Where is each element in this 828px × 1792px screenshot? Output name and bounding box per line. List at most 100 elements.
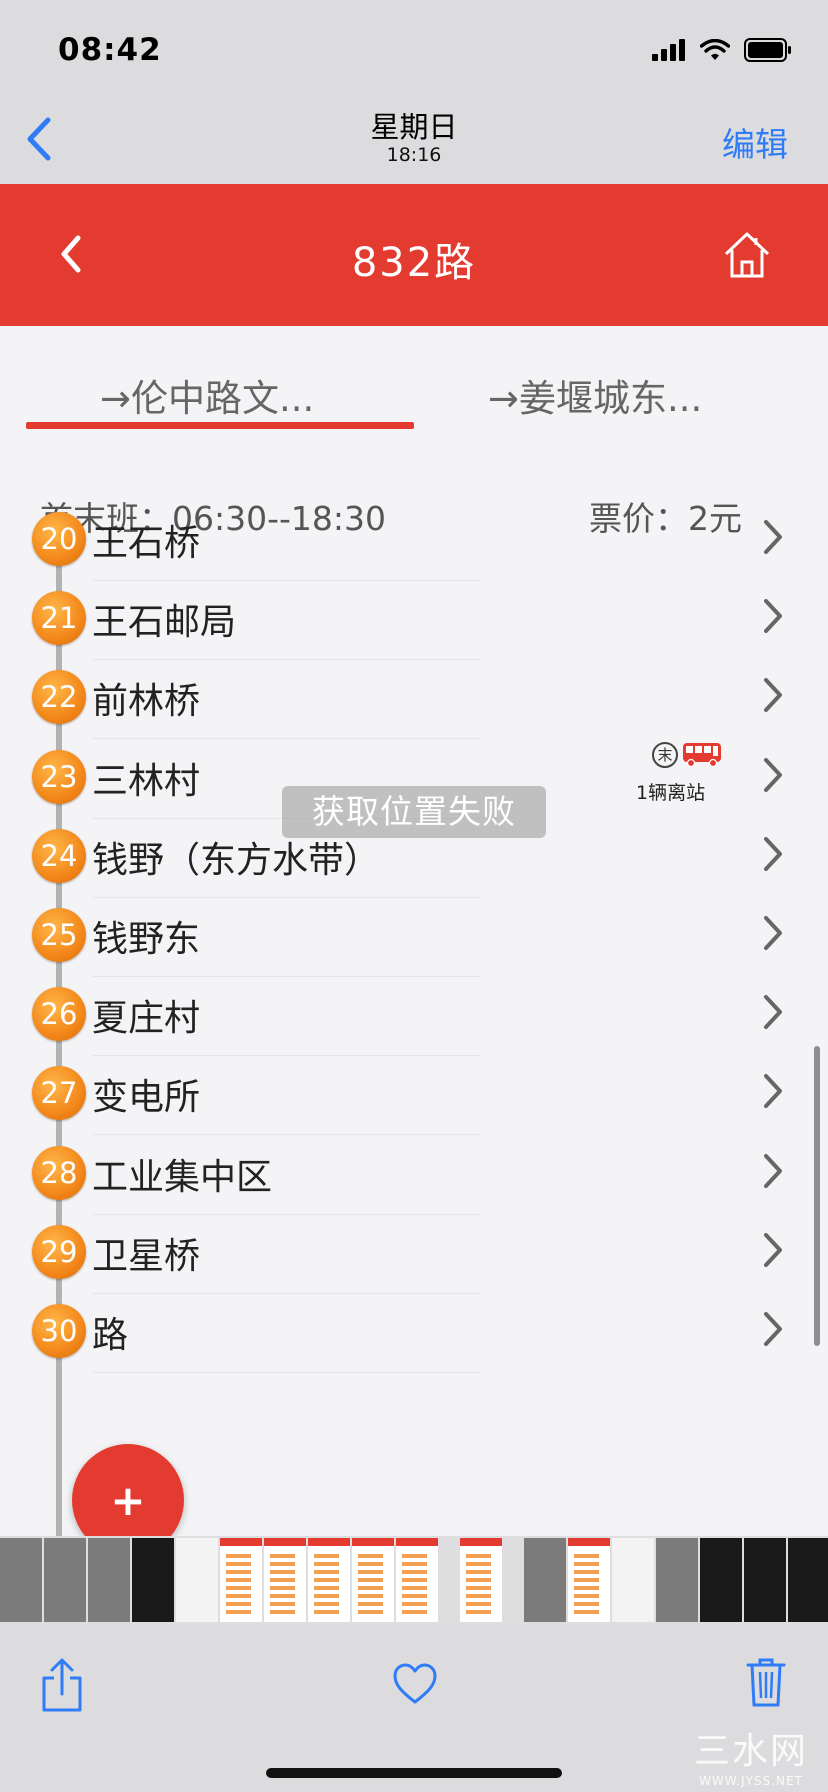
thumbnail-line bbox=[270, 1602, 296, 1606]
thumbnail-line bbox=[314, 1602, 340, 1606]
thumbnail-line bbox=[358, 1586, 384, 1590]
thumbnail-line bbox=[358, 1578, 384, 1582]
thumbnail-line bbox=[314, 1594, 340, 1598]
chevron-right-icon[interactable] bbox=[762, 835, 784, 873]
bus-indicator: 末 1辆离站 bbox=[636, 738, 724, 808]
thumbnail-line bbox=[358, 1610, 384, 1614]
stop-row[interactable]: 20 王石桥 bbox=[0, 492, 828, 582]
thumbnail-line bbox=[402, 1586, 428, 1590]
photo-thumbnail[interactable] bbox=[612, 1538, 654, 1622]
thumbnail-line bbox=[466, 1570, 492, 1574]
thumbnail-line bbox=[466, 1610, 492, 1614]
photo-thumbnail[interactable] bbox=[264, 1538, 306, 1622]
heart-icon[interactable] bbox=[392, 1662, 438, 1706]
stop-name: 前林桥 bbox=[92, 681, 201, 723]
thumbnail-line bbox=[358, 1594, 384, 1598]
thumbnail-line bbox=[574, 1554, 600, 1558]
thumbnail-line bbox=[466, 1594, 492, 1598]
thumbnail-line bbox=[402, 1578, 428, 1582]
thumbnail-line bbox=[270, 1594, 296, 1598]
active-tab-indicator bbox=[26, 422, 414, 429]
photo-thumbnail[interactable] bbox=[656, 1538, 698, 1622]
thumbnail-line bbox=[226, 1610, 252, 1614]
add-button[interactable]: + bbox=[72, 1444, 184, 1536]
chevron-right-icon[interactable] bbox=[762, 597, 784, 635]
stop-row[interactable]: 25 钱野东 bbox=[0, 888, 828, 978]
bus-icon bbox=[683, 742, 721, 767]
photo-date-title: 星期日 bbox=[370, 110, 458, 144]
route-title: 832路 bbox=[351, 240, 477, 286]
photo-thumbnail[interactable] bbox=[88, 1538, 130, 1622]
thumbnail-line bbox=[402, 1602, 428, 1606]
chevron-right-icon[interactable] bbox=[762, 518, 784, 556]
stop-number-badge: 30 bbox=[32, 1304, 86, 1358]
photo-thumbnail[interactable] bbox=[568, 1538, 610, 1622]
thumbnail-line bbox=[466, 1554, 492, 1558]
stop-row[interactable]: 22 前林桥 bbox=[0, 650, 828, 740]
home-indicator[interactable] bbox=[266, 1768, 562, 1778]
thumbnail-line bbox=[270, 1554, 296, 1558]
photo-thumbnail[interactable] bbox=[132, 1538, 174, 1622]
trash-icon[interactable] bbox=[746, 1656, 786, 1708]
thumbnail-line bbox=[358, 1570, 384, 1574]
chevron-right-icon[interactable] bbox=[762, 914, 784, 952]
thumbnail-line bbox=[402, 1562, 428, 1566]
thumbnail-line bbox=[402, 1554, 428, 1558]
photo-thumbnail[interactable] bbox=[0, 1538, 42, 1622]
home-icon[interactable] bbox=[722, 230, 772, 280]
stop-number-badge: 29 bbox=[32, 1224, 86, 1279]
chevron-right-icon[interactable] bbox=[762, 1072, 784, 1110]
thumbnail-line bbox=[574, 1602, 600, 1606]
tab-direction-2[interactable]: →姜堰城东... bbox=[488, 368, 702, 422]
photo-thumbnail[interactable] bbox=[308, 1538, 350, 1622]
stop-row[interactable]: 30 路 bbox=[0, 1284, 828, 1374]
share-icon[interactable] bbox=[40, 1658, 84, 1712]
bus-status-text: 1辆离站 bbox=[636, 781, 706, 804]
watermark-url: WWW.JYSS.NET bbox=[699, 1774, 803, 1788]
photo-thumbnail[interactable] bbox=[220, 1538, 262, 1622]
scroll-indicator bbox=[814, 1046, 820, 1346]
stop-name: 王石桥 bbox=[92, 523, 201, 564]
stop-number-badge: 24 bbox=[32, 828, 86, 883]
status-time: 08:42 bbox=[58, 32, 162, 68]
battery-icon bbox=[744, 38, 791, 62]
status-bar: 08:42 bbox=[0, 0, 828, 96]
stop-name: 变电所 bbox=[92, 1077, 201, 1119]
edit-button[interactable]: 编辑 bbox=[722, 118, 788, 166]
stop-number-badge: 25 bbox=[32, 908, 86, 962]
photo-thumbnail[interactable] bbox=[744, 1538, 786, 1622]
photo-thumbnail[interactable] bbox=[176, 1538, 218, 1622]
chevron-right-icon[interactable] bbox=[762, 1152, 784, 1190]
thumbnail-line bbox=[466, 1562, 492, 1566]
thumbnail-line bbox=[314, 1610, 340, 1614]
terminal-badge: 末 bbox=[652, 741, 678, 768]
stop-row[interactable]: 28 工业集中区 bbox=[0, 1126, 828, 1216]
thumbnail-line bbox=[466, 1602, 492, 1606]
stop-name: 王石邮局 bbox=[92, 602, 237, 644]
thumbnail-line bbox=[270, 1578, 296, 1582]
thumbnail-line bbox=[466, 1578, 492, 1582]
chevron-right-icon[interactable] bbox=[762, 1231, 784, 1269]
thumbnail-line bbox=[574, 1594, 600, 1598]
photo-thumbnail[interactable] bbox=[460, 1538, 502, 1622]
chevron-right-icon[interactable] bbox=[762, 1310, 784, 1348]
stop-row[interactable]: 29 卫星桥 bbox=[0, 1205, 828, 1295]
stop-row[interactable]: 27 变电所 bbox=[0, 1046, 828, 1136]
chevron-right-icon[interactable] bbox=[762, 993, 784, 1031]
photo-thumbnail[interactable] bbox=[524, 1538, 566, 1622]
chevron-right-icon[interactable] bbox=[762, 756, 784, 794]
photo-thumbnail[interactable] bbox=[44, 1538, 86, 1622]
stop-name: 卫星桥 bbox=[92, 1235, 201, 1277]
thumbnail-line bbox=[314, 1586, 340, 1590]
photo-thumbnail[interactable] bbox=[352, 1538, 394, 1622]
wifi-icon bbox=[700, 39, 730, 60]
photo-thumbnail[interactable] bbox=[788, 1538, 828, 1622]
chevron-right-icon[interactable] bbox=[762, 676, 784, 714]
stop-divider bbox=[92, 1372, 480, 1373]
stop-row[interactable]: 26 夏庄村 bbox=[0, 967, 828, 1057]
stop-row[interactable]: 21 王石邮局 bbox=[0, 571, 828, 661]
photo-thumbnail[interactable] bbox=[700, 1538, 742, 1622]
photo-thumbnail[interactable] bbox=[396, 1538, 438, 1622]
photo-thumbnail-strip[interactable] bbox=[0, 1536, 828, 1624]
tab-direction-1[interactable]: →伦中路文... bbox=[100, 368, 314, 422]
